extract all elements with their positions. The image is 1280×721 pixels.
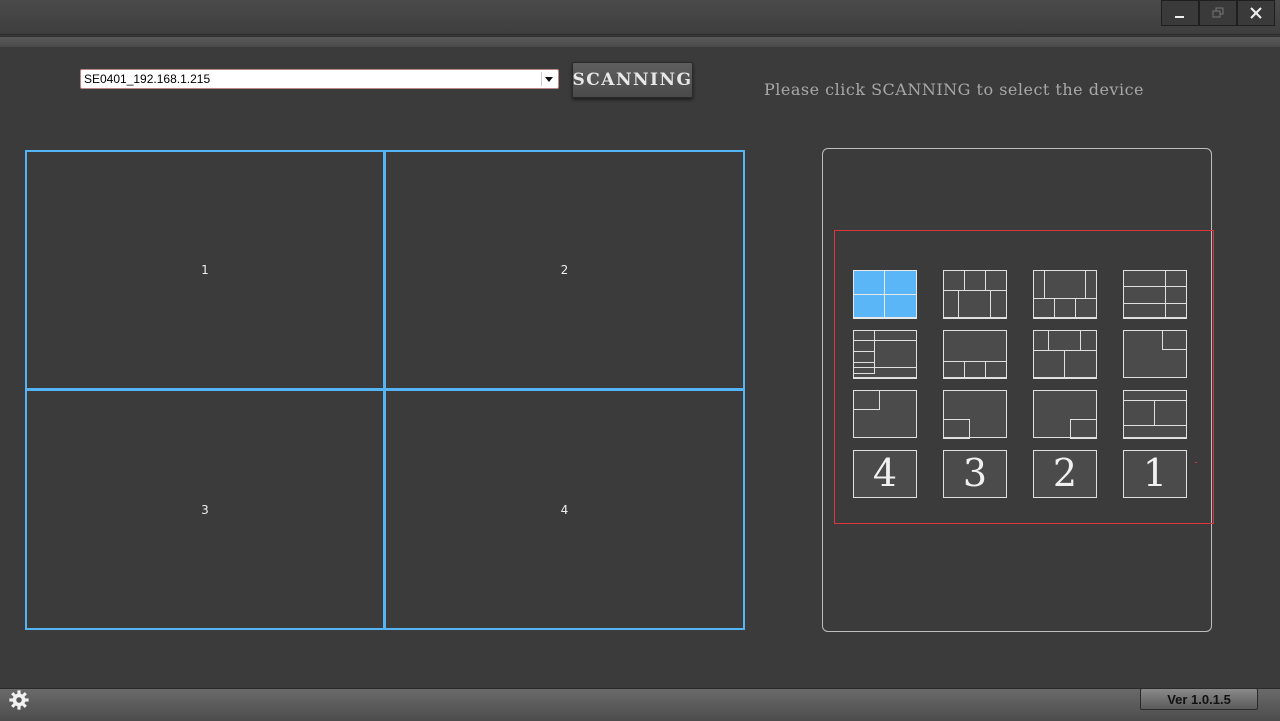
single-channel-label: 3: [962, 451, 988, 496]
layout-single-4-button[interactable]: 4: [853, 450, 917, 498]
layout-pane: [1085, 270, 1097, 299]
layout-pane: [1054, 298, 1076, 319]
layout-pane: [853, 294, 885, 319]
layout-pip-bottom-left-button[interactable]: [943, 390, 1007, 439]
layout-pane: [1165, 270, 1187, 287]
layout-pane: [1165, 286, 1187, 304]
title-bar: [0, 0, 1280, 35]
gear-icon[interactable]: [8, 689, 30, 711]
layout-pane: [1033, 298, 1055, 319]
layout-pip-bottom-right-button[interactable]: [1033, 390, 1097, 439]
layout-pane: [853, 270, 885, 295]
layout-pane: [1075, 298, 1097, 319]
close-button[interactable]: [1237, 0, 1275, 26]
scanning-button[interactable]: SCANNING: [572, 62, 693, 98]
view-cell-3[interactable]: 3: [25, 389, 385, 630]
layout-pane: [853, 367, 917, 379]
view-number: 3: [201, 502, 209, 517]
layout-pip-top-right-button[interactable]: [1123, 330, 1187, 378]
layout-left-wide-button[interactable]: [1123, 270, 1187, 319]
layout-pane: [1123, 303, 1166, 319]
layout-pane: [884, 270, 917, 295]
layout-pane: [1123, 400, 1155, 426]
single-channel-label: 4: [872, 451, 898, 496]
view-number: 1: [201, 263, 209, 277]
hint-text: Please click SCANNING to select the devi…: [764, 80, 1145, 99]
layout-single-2-button[interactable]: 2: [1033, 450, 1097, 498]
layout-pane: [1033, 350, 1065, 379]
layout-pane: [943, 290, 959, 319]
layout-pane: [943, 270, 965, 291]
layout-right-wide-button[interactable]: [853, 330, 917, 379]
layout-pane: [1033, 330, 1049, 351]
view-number: 2: [560, 263, 569, 277]
layout-pane: [1048, 330, 1081, 351]
layout-pane: [1154, 400, 1187, 426]
view-cell-4[interactable]: 4: [384, 389, 745, 630]
layout-pane: [943, 419, 970, 439]
layout-pane: [985, 270, 1007, 291]
layout-pane: [853, 390, 880, 410]
layout-top-wide-button[interactable]: [1033, 270, 1097, 319]
layout-pane: [1165, 303, 1187, 319]
status-bar: [0, 688, 1280, 721]
layout-pane: [1123, 270, 1166, 287]
layout-pip-top-left-button[interactable]: [853, 390, 917, 438]
device-select-value: SE0401_192.168.1.215: [84, 72, 211, 86]
layout-pane: [943, 330, 1007, 362]
layout-pane: [1044, 270, 1086, 299]
layout-pane: [874, 340, 917, 368]
layout-pane: [964, 270, 986, 291]
layout-pane: [964, 361, 986, 379]
restore-button[interactable]: [1199, 0, 1237, 26]
single-channel-label: 2: [1052, 451, 1078, 496]
layout-pane: [1080, 330, 1097, 351]
header-divider: [0, 36, 1280, 47]
layout-3-top-2-bottom-button[interactable]: [943, 270, 1007, 319]
layout-pane: [1123, 286, 1166, 304]
layout-side-by-side-button[interactable]: [1123, 390, 1187, 439]
version-label: Ver 1.0.1.5: [1140, 688, 1258, 710]
layout-pane: [1162, 330, 1187, 350]
layout-pane: [1064, 350, 1097, 379]
chevron-down-icon[interactable]: [541, 72, 556, 86]
layout-pane: [990, 290, 1007, 319]
layout-single-1-button[interactable]: 1: [1123, 450, 1187, 498]
layout-pane: [943, 361, 965, 379]
layout-pane: [884, 294, 917, 319]
layout-pane: [1070, 419, 1097, 439]
marker: [1195, 462, 1197, 463]
layout-mixed-button[interactable]: [1033, 330, 1097, 379]
view-number: 4: [560, 502, 569, 517]
device-select[interactable]: SE0401_192.168.1.215: [80, 69, 559, 89]
restore-icon: [1212, 7, 1224, 18]
layout-pane: [958, 290, 991, 319]
layout-pane: [985, 361, 1007, 379]
view-cell-2[interactable]: 2: [384, 150, 745, 390]
layout-top-main-button[interactable]: [943, 330, 1007, 379]
minimize-button[interactable]: [1161, 0, 1199, 26]
view-cell-1[interactable]: 1: [25, 150, 385, 390]
layout-quad-button[interactable]: [853, 270, 917, 319]
minimize-icon: [1175, 16, 1184, 18]
close-icon: [1250, 7, 1262, 19]
layout-single-3-button[interactable]: 3: [943, 450, 1007, 498]
single-channel-label: 1: [1142, 451, 1168, 496]
layout-pane: [1123, 425, 1187, 439]
